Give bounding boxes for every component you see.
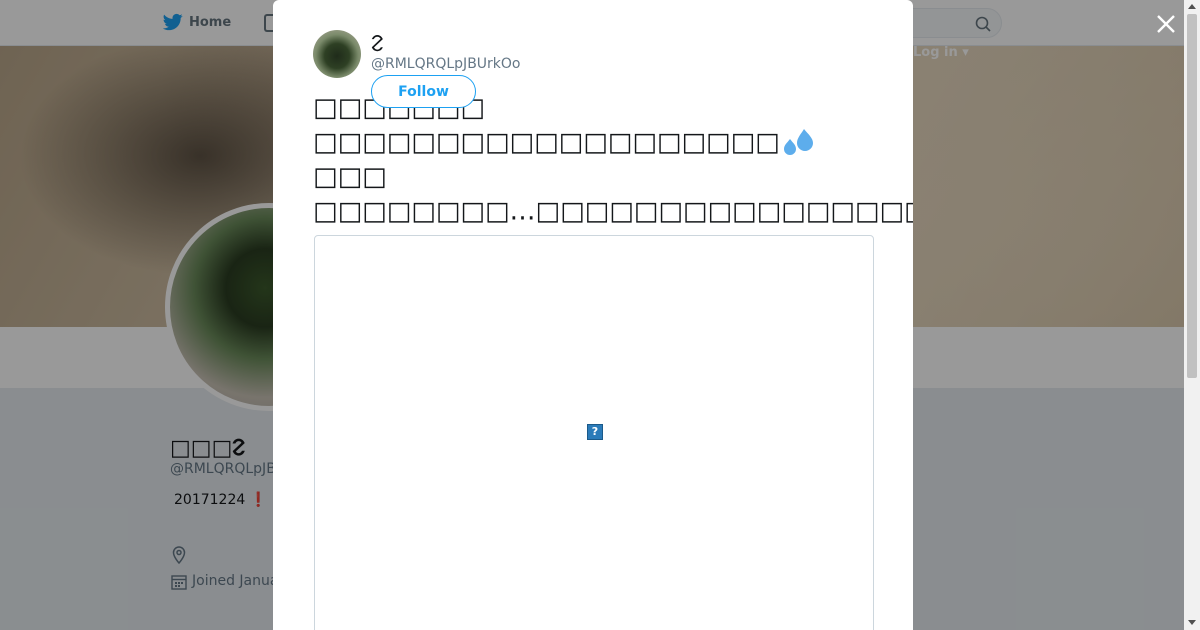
tweet-text: □□□□□□□ □□□□□□□□□□□□□□□□□□□ □□□ □□□□□□□□…: [313, 92, 913, 230]
broken-image-icon: ?: [587, 424, 603, 440]
follow-button[interactable]: Follow: [371, 75, 476, 108]
tweet-line-text: □□□□□□□□□□□□□□□□□□□: [313, 127, 780, 158]
scroll-thumb[interactable]: [1187, 14, 1197, 378]
tweet-author-handle[interactable]: @RMLQRQLpJBUrkOo: [371, 56, 521, 72]
tweet-line-text: □□□□□□□□…□□□□□□□□□□□□□□□□□□: [313, 196, 913, 227]
page-scrollbar[interactable]: [1184, 0, 1200, 630]
tweet-line: □□□□□□□□…□□□□□□□□□□□□□□□□□□: [313, 194, 913, 230]
tweet-author-name[interactable]: ᱮ: [371, 28, 384, 58]
scroll-up-arrow-icon[interactable]: [1188, 4, 1196, 9]
close-icon[interactable]: [1152, 10, 1180, 38]
tweet-author-avatar[interactable]: [313, 30, 361, 78]
sweat-droplets-icon: [783, 129, 813, 155]
tweet-modal: ᱮ @RMLQRQLpJBUrkOo Follow □□□□□□□ □□□□□□…: [273, 0, 913, 630]
tweet-line: □□□□□□□□□□□□□□□□□□□: [313, 125, 873, 161]
tweet-media[interactable]: ?: [314, 235, 874, 630]
scroll-down-arrow-icon[interactable]: [1188, 620, 1196, 625]
tweet-line: □□□: [313, 162, 387, 192]
